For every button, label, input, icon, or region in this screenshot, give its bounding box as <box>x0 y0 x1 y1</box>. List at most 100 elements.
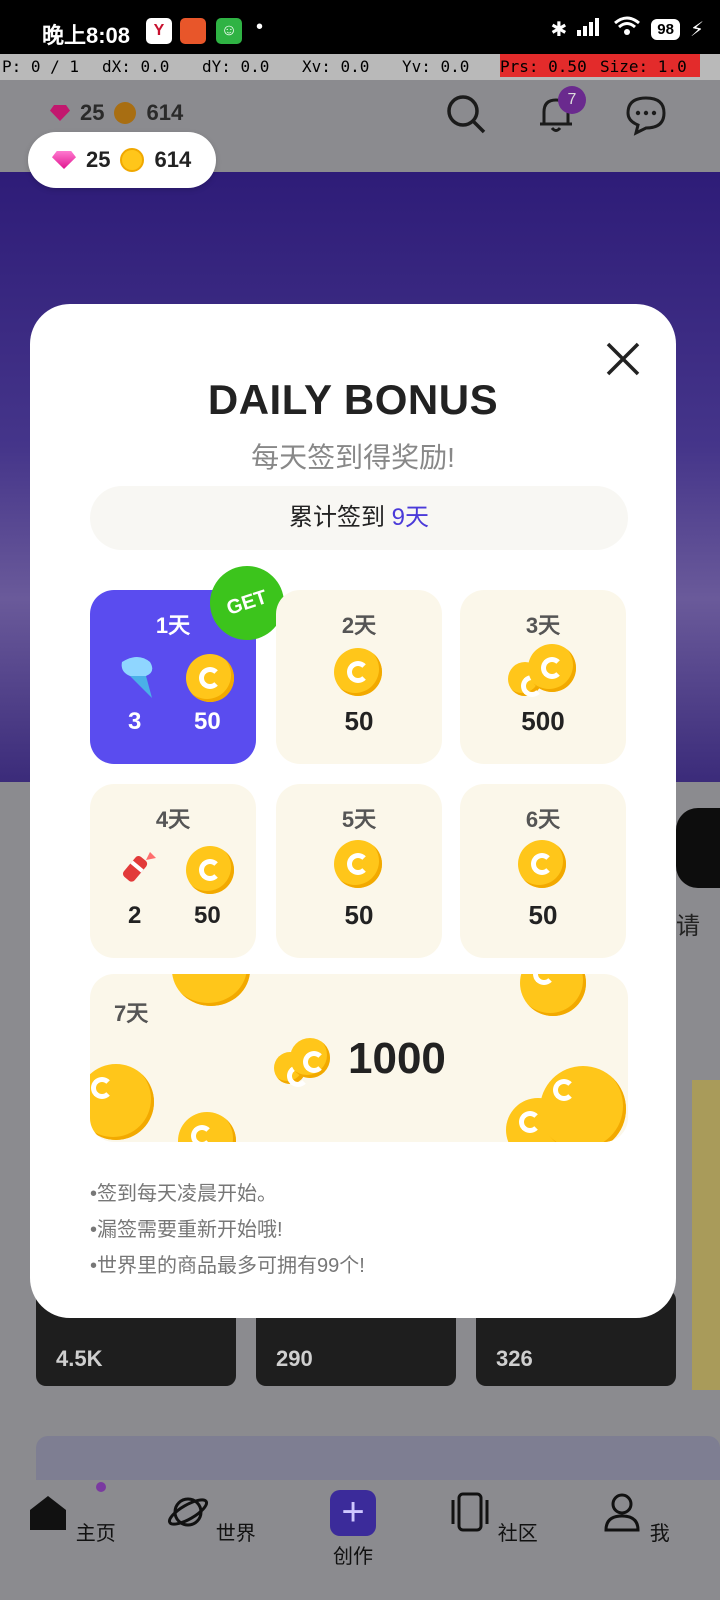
decor-coin-icon <box>178 1112 236 1142</box>
status-time: 晚上8:08 <box>42 23 131 48</box>
search-icon[interactable] <box>444 92 488 136</box>
wifi-icon <box>613 16 641 42</box>
currency-pill[interactable]: 25 614 <box>28 132 216 188</box>
streak-value: 9天 <box>391 504 430 531</box>
signal-icon <box>577 16 603 42</box>
pill-gems: 25 <box>86 147 111 172</box>
day-2-card[interactable]: 2天 50 <box>276 590 442 764</box>
coin-amount: 50 <box>194 902 221 929</box>
firework-rocket-icon <box>122 852 156 882</box>
day-label: 5天 <box>341 807 377 832</box>
app-game-icon <box>180 18 206 44</box>
coin-icon <box>120 148 145 172</box>
chat-icon[interactable] <box>624 92 668 136</box>
planet-icon <box>168 1497 209 1527</box>
day-6-card[interactable]: 6天 50 <box>460 784 626 958</box>
card-likes: 4.5K <box>56 1346 103 1371</box>
debug-prs: Prs: 0.50 <box>500 54 600 77</box>
status-bar: 晚上8:08 Y ☺ • ✱ 98 ⚡ <box>0 0 720 54</box>
ice-cream-icon <box>121 657 153 698</box>
card-likes: 290 <box>276 1346 313 1371</box>
nav-home[interactable]: 主页 <box>26 1490 116 1546</box>
nav-me[interactable]: 我 <box>590 1490 680 1546</box>
gem-icon <box>50 105 70 121</box>
profile-icon <box>604 1493 640 1532</box>
nav-create-label: 创作 <box>333 1546 373 1568</box>
home-icon <box>30 1496 67 1530</box>
day-label: 3天 <box>525 613 561 638</box>
status-more-dot: • <box>256 16 264 38</box>
day-label: 4天 <box>155 807 191 832</box>
cards-icon <box>451 1492 489 1532</box>
coin-icon <box>186 654 234 702</box>
app-y-icon: Y <box>146 18 172 44</box>
coin-icon <box>114 102 137 124</box>
side-card-image[interactable] <box>692 1080 720 1390</box>
day-label: 6天 <box>525 807 561 832</box>
nav-community[interactable]: 社区 <box>448 1490 538 1546</box>
debug-size: Size: 1.0 <box>600 54 700 77</box>
notification-badge: 7 <box>558 86 586 114</box>
nav-home-dot <box>96 1482 106 1492</box>
debug-yv: Yv: 0.0 <box>402 57 470 76</box>
bonus-notes: •签到每天凌晨开始。 •漏签需要重新开始哦! •世界里的商品最多可拥有99个! <box>90 1176 365 1284</box>
coin-icon <box>518 840 566 888</box>
note-item: •世界里的商品最多可拥有99个! <box>90 1255 365 1277</box>
coin-amount: 500 <box>521 706 565 736</box>
day-label: 7天 <box>114 1001 149 1026</box>
coin-icon <box>290 1038 330 1078</box>
streak-counter: 累计签到 9天 <box>90 486 628 550</box>
coin-amount: 50 <box>344 706 374 736</box>
card-likes: 326 <box>496 1346 533 1371</box>
coin-icon <box>528 644 576 692</box>
nav-world-label: 世界 <box>215 1523 256 1545</box>
decor-coin-icon <box>90 1064 154 1140</box>
nav-community-label: 社区 <box>497 1523 538 1545</box>
debug-xv: Xv: 0.0 <box>302 57 370 76</box>
system-icons: ✱ 98 ⚡ <box>550 16 704 42</box>
decor-coin-icon <box>540 1066 626 1142</box>
nav-me-label: 我 <box>649 1523 670 1545</box>
day-3-card[interactable]: 3天 500 <box>460 590 626 764</box>
day-7-card[interactable]: 7天 1000 <box>90 974 628 1142</box>
decor-coin-icon <box>520 974 586 1016</box>
gem-icon <box>52 151 76 169</box>
coin-icon <box>334 648 382 696</box>
header-currency: 25 614 <box>50 100 183 126</box>
coin-icon <box>334 840 382 888</box>
coin-amount: 50 <box>528 900 558 930</box>
coin-amount: 50 <box>344 900 374 930</box>
item-amount: 3 <box>128 708 142 735</box>
side-category-label: 请 <box>676 913 700 940</box>
plus-icon: + <box>330 1490 376 1536</box>
bluetooth-icon: ✱ <box>550 18 568 41</box>
day-4-card[interactable]: 4天 2 50 <box>90 784 256 958</box>
nav-home-label: 主页 <box>75 1523 116 1545</box>
header-gems: 25 <box>80 100 105 125</box>
app-wechat-icon: ☺ <box>216 18 242 44</box>
coin-icon <box>186 846 234 894</box>
coin-amount: 50 <box>194 708 221 735</box>
side-category-icon[interactable] <box>676 808 720 888</box>
debug-dx: dX: 0.0 <box>102 57 170 76</box>
nav-world[interactable]: 世界 <box>166 1490 256 1546</box>
day-label: 2天 <box>341 613 377 638</box>
coin-amount: 1000 <box>348 1034 446 1083</box>
pointer-debug-bar: P: 0 / 1 dX: 0.0 dY: 0.0 Xv: 0.0 Yv: 0.0… <box>0 54 720 80</box>
decor-coin-icon <box>172 974 250 1006</box>
nav-create[interactable]: + 创作 <box>308 1490 398 1569</box>
note-item: •漏签需要重新开始哦! <box>90 1219 283 1241</box>
pill-coins: 614 <box>154 147 192 172</box>
debug-p: P: 0 / 1 <box>2 57 80 76</box>
battery-icon: 98 <box>651 18 680 40</box>
streak-label: 累计签到 <box>288 504 385 531</box>
bottom-nav: 主页 世界 + 创作 社区 我 <box>0 1480 720 1600</box>
note-item: •签到每天凌晨开始。 <box>90 1183 278 1205</box>
header-coins: 614 <box>146 100 184 125</box>
day-5-card[interactable]: 5天 50 <box>276 784 442 958</box>
item-amount: 2 <box>128 902 142 929</box>
modal-subtitle: 每天签到得奖励! <box>251 442 455 473</box>
charging-icon: ⚡ <box>689 18 704 41</box>
debug-dy: dY: 0.0 <box>202 57 270 76</box>
modal-title: DAILY BONUS <box>207 376 499 423</box>
